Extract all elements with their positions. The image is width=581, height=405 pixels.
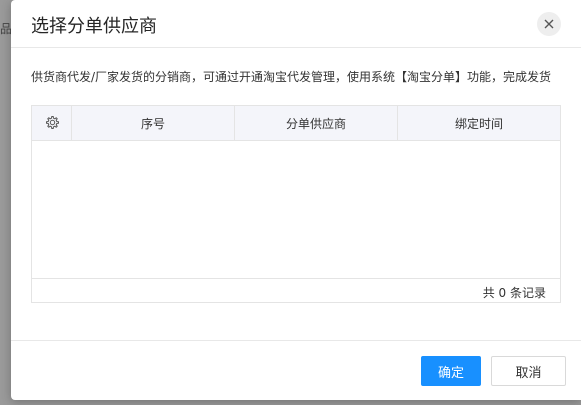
column-header-index: 序号 xyxy=(72,106,235,140)
dialog-title: 选择分单供应商 xyxy=(31,16,157,37)
table-header: 序号 分单供应商 绑定时间 xyxy=(32,106,560,141)
record-count: 共 0 条记录 xyxy=(482,286,546,300)
cancel-button[interactable]: 取消 xyxy=(491,356,566,386)
table-settings-button[interactable] xyxy=(32,106,72,140)
confirm-button[interactable]: 确定 xyxy=(421,356,481,386)
column-header-bind-time: 绑定时间 xyxy=(454,116,503,131)
table-body-empty xyxy=(32,141,560,278)
dialog-description: 供货商代发/厂家发货的分销商，可通过开通淘宝代发管理，使用系统【淘宝分单】功能，… xyxy=(31,70,552,84)
column-header-supplier: 分单供应商 xyxy=(235,106,398,140)
gear-icon xyxy=(45,116,59,129)
select-supplier-dialog: 选择分单供应商 供货商代发/厂家发货的分销商，可通过开通淘宝代发管理，使用系统【… xyxy=(11,0,581,400)
supplier-table: 序号 分单供应商 绑定时间 共 0 条记录 xyxy=(31,105,561,303)
dialog-header: 选择分单供应商 xyxy=(11,0,581,48)
close-button[interactable] xyxy=(537,12,561,36)
dialog-footer: 确定 取消 xyxy=(11,340,581,400)
table-footer: 共 0 条记录 xyxy=(32,278,560,302)
close-icon xyxy=(544,19,554,29)
